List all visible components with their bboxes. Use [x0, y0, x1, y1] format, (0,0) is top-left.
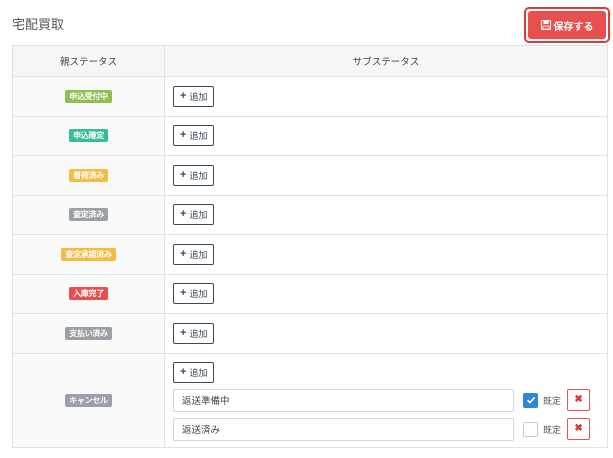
add-button-label: 追加 — [189, 328, 208, 339]
table-row: キャンセル +追加 既定 ✖ 既定 ✖ — [12, 352, 608, 448]
plus-icon: + — [180, 326, 187, 339]
floppy-disk-icon — [540, 20, 551, 30]
header-sub-status: サブステータス — [164, 45, 608, 77]
add-button-label: 追加 — [189, 210, 208, 221]
plus-icon: + — [180, 129, 187, 142]
add-button-label: 追加 — [189, 170, 208, 181]
table-row: 申込確定 + 追加 — [12, 115, 608, 156]
add-substatus-button[interactable]: + 追加 — [173, 243, 215, 265]
table-row: 入庫完了 + 追加 — [12, 273, 608, 314]
status-badge: 申込受付中 — [65, 89, 112, 103]
status-badge: キャンセル — [65, 393, 112, 407]
close-icon: ✖ — [574, 394, 583, 405]
plus-icon: + — [180, 247, 187, 260]
add-substatus-button[interactable]: + 追加 — [173, 164, 215, 186]
substatus-name-input[interactable] — [173, 388, 514, 412]
status-badge: 申込確定 — [69, 129, 108, 143]
save-button[interactable]: 保存する — [524, 7, 610, 43]
add-button-label: 追加 — [189, 91, 208, 102]
substatus-line: 既定 ✖ — [173, 388, 607, 412]
save-button-label: 保存する — [553, 21, 594, 33]
check-icon — [526, 396, 535, 404]
plus-icon: + — [180, 168, 187, 181]
plus-icon: + — [180, 208, 187, 221]
page-title: 宅配買取 — [12, 18, 65, 33]
table-row: 査定済み + 追加 — [12, 194, 608, 235]
delete-substatus-button[interactable]: ✖ — [567, 418, 591, 440]
plus-icon: + — [180, 89, 187, 102]
table-row: 着荷済み + 追加 — [12, 155, 608, 196]
add-substatus-button[interactable]: + 追加 — [173, 322, 215, 344]
status-badge: 着荷済み — [69, 168, 108, 182]
add-substatus-button[interactable]: + 追加 — [173, 361, 215, 383]
add-substatus-button[interactable]: + 追加 — [173, 204, 215, 226]
add-button-label: 追加 — [189, 249, 208, 260]
table-row: 支払い済み + 追加 — [12, 313, 608, 354]
delete-substatus-button[interactable]: ✖ — [567, 389, 591, 411]
status-badge: 支払い済み — [65, 326, 112, 340]
status-table: 親ステータス サブステータス 申込受付中 + 追加 申込確定 + 追加 着荷済み +… — [12, 45, 608, 448]
add-button-label: 追加 — [189, 131, 208, 142]
add-button-label: 追加 — [189, 289, 208, 300]
default-checkbox[interactable] — [523, 421, 538, 437]
plus-icon: + — [180, 287, 187, 300]
add-button-label: 追加 — [189, 367, 208, 378]
default-label: 既定 — [543, 396, 562, 407]
substatus-line: 既定 ✖ — [173, 417, 607, 441]
table-row: 査定承認済み + 追加 — [12, 234, 608, 275]
substatus-name-input[interactable] — [173, 417, 514, 441]
table-row: 申込受付中 + 追加 — [12, 76, 608, 117]
default-label: 既定 — [543, 425, 562, 436]
header-parent-status: 親ステータス — [12, 45, 165, 77]
status-badge: 入庫完了 — [69, 287, 108, 301]
default-checkbox[interactable] — [523, 392, 538, 408]
add-substatus-button[interactable]: + 追加 — [173, 125, 215, 147]
status-badge: 査定済み — [69, 208, 108, 222]
close-icon: ✖ — [574, 423, 583, 434]
status-badge: 査定承認済み — [61, 247, 116, 261]
add-substatus-button[interactable]: + 追加 — [173, 85, 215, 107]
add-substatus-button[interactable]: + 追加 — [173, 283, 215, 305]
plus-icon: + — [180, 365, 187, 378]
